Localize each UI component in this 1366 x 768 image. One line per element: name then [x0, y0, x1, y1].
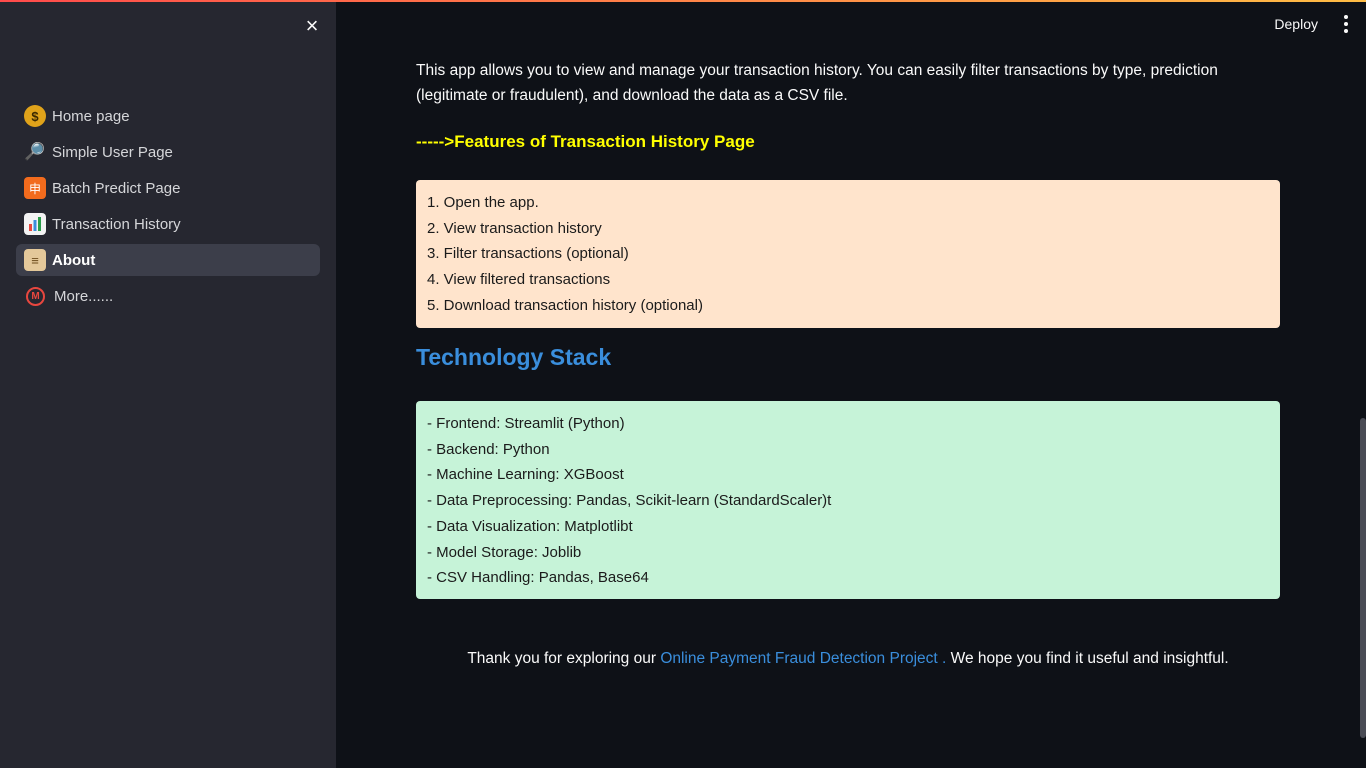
list-item: - Data Preprocessing: Pandas, Scikit-lea… [427, 492, 832, 510]
bar-chart-icon [24, 213, 46, 235]
close-icon: × [305, 13, 319, 38]
header-actions: Deploy [1264, 10, 1356, 38]
scroll-icon: ≡ [24, 249, 46, 271]
top-decoration-stripe [0, 0, 1366, 2]
sidebar-item-batch-predict-page[interactable]: 申 Batch Predict Page [16, 172, 320, 204]
thanks-suffix: We hope you find it useful and insightfu… [946, 650, 1229, 667]
list-item: - Data Visualization: Matplotlibt [427, 517, 633, 535]
tech-stack-box: - Frontend: Streamlit (Python) - Backend… [416, 401, 1280, 599]
list-item: 3. Filter transactions (optional) [427, 245, 629, 263]
features-heading: ----->Features of Transaction History Pa… [416, 132, 755, 151]
sidebar: × $ Home page 🔎 Simple User Page 申 Batch… [0, 0, 336, 768]
list-item: - Frontend: Streamlit (Python) [427, 415, 625, 432]
sidebar-item-simple-user-page[interactable]: 🔎 Simple User Page [16, 136, 320, 168]
sidebar-item-label: More...... [54, 287, 114, 305]
sidebar-item-more[interactable]: M More...... [16, 280, 320, 312]
sidebar-item-label: Batch Predict Page [52, 179, 181, 197]
close-sidebar-button[interactable]: × [300, 13, 324, 38]
list-item: - CSV Handling: Pandas, Base64 [427, 569, 649, 587]
thanks-text: Thank you for exploring our Online Payme… [416, 650, 1280, 668]
sidebar-item-home-page[interactable]: $ Home page [16, 100, 320, 132]
sidebar-item-label: Home page [52, 107, 130, 125]
list-item: 5. Download transaction history (optiona… [427, 296, 703, 314]
list-item: - Backend: Python [427, 440, 550, 458]
sidebar-item-transaction-history[interactable]: Transaction History [16, 208, 320, 240]
sidebar-item-label: Simple User Page [52, 143, 173, 161]
list-item: 1. Open the app. [427, 194, 539, 211]
project-link[interactable]: Online Payment Fraud Detection Project . [660, 650, 946, 667]
list-item: 2. View transaction history [427, 219, 602, 237]
thanks-prefix: Thank you for exploring our [467, 650, 661, 667]
sidebar-nav: $ Home page 🔎 Simple User Page 申 Batch P… [16, 100, 320, 316]
m-circle-icon: M [26, 286, 45, 306]
deploy-button[interactable]: Deploy [1264, 10, 1328, 38]
scrollbar[interactable] [1360, 418, 1366, 738]
list-item: - Model Storage: Joblib [427, 543, 582, 561]
tech-stack-heading: Technology Stack [416, 344, 612, 370]
magnifier-icon: 🔎 [24, 142, 46, 161]
features-box: 1. Open the app. 2. View transaction his… [416, 180, 1280, 328]
sidebar-item-label: About [52, 251, 96, 269]
intro-text: This app allows you to view and manage y… [416, 62, 1218, 104]
money-bag-icon: $ [24, 105, 46, 127]
list-item: 4. View filtered transactions [427, 271, 611, 289]
batch-icon: 申 [24, 177, 46, 199]
sidebar-item-label: Transaction History [52, 215, 181, 233]
kebab-menu-icon[interactable] [1336, 10, 1356, 38]
sidebar-item-about[interactable]: ≡ About [16, 244, 320, 276]
list-item: - Machine Learning: XGBoost [427, 466, 624, 484]
